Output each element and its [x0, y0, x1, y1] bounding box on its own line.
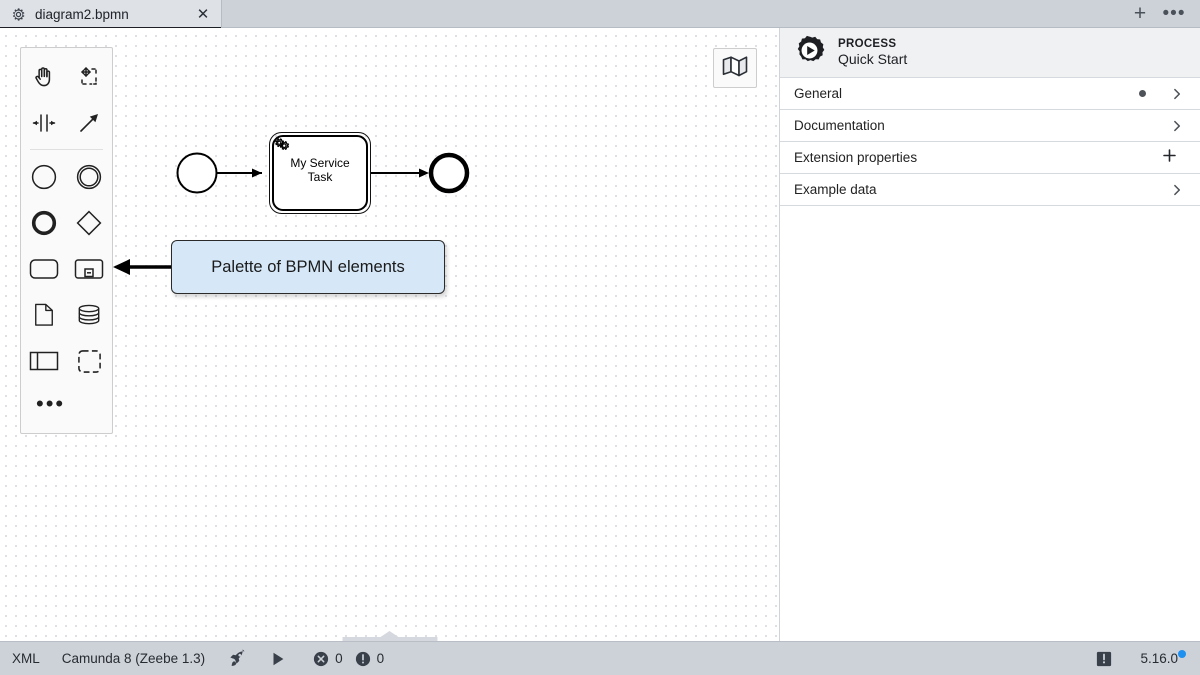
- palette-gateway-icon[interactable]: [67, 200, 113, 246]
- palette-global-connect-tool-icon[interactable]: [67, 100, 113, 146]
- error-icon[interactable]: [313, 651, 329, 667]
- end-event-shape[interactable]: [428, 152, 470, 194]
- callout-text: Palette of BPMN elements: [211, 257, 405, 276]
- palette-row-activities: [21, 246, 112, 292]
- callout-arrow-layer: [113, 259, 171, 275]
- palette-data-store-icon[interactable]: [67, 292, 113, 338]
- palette-row-events-2: [21, 200, 112, 246]
- status-engine-label[interactable]: Camunda 8 (Zeebe 1.3): [62, 651, 205, 666]
- properties-panel: PROCESS Quick Start General Documentatio…: [779, 28, 1200, 641]
- palette-hand-tool-icon[interactable]: [21, 54, 67, 100]
- bpmn-file-gear-icon: [11, 7, 26, 22]
- start-event-shape[interactable]: [176, 152, 218, 194]
- rocket-icon[interactable]: [227, 648, 247, 669]
- properties-group-documentation[interactable]: Documentation: [780, 110, 1200, 142]
- palette-row-tools-1: [21, 54, 112, 100]
- status-xml-button[interactable]: XML: [12, 651, 40, 666]
- tab-close-icon[interactable]: ✕: [195, 6, 211, 22]
- properties-group-extension-properties[interactable]: Extension properties: [780, 142, 1200, 174]
- palette-participant-icon[interactable]: [21, 338, 67, 384]
- palette-row-containers: [21, 338, 112, 384]
- palette-subprocess-collapsed-icon[interactable]: [67, 246, 113, 292]
- properties-group-label: General: [794, 86, 843, 101]
- palette-row-tools-2: [21, 100, 112, 146]
- update-available-dot: [1178, 650, 1186, 658]
- palette-data-object-icon[interactable]: [21, 292, 67, 338]
- palette-space-tool-icon[interactable]: [21, 100, 67, 146]
- callout-palette-of-bpmn-elements: Palette of BPMN elements: [171, 240, 445, 294]
- status-bar: XML Camunda 8 (Zeebe 1.3) 0 0 5.16.0: [0, 641, 1200, 675]
- minimap-toggle-button[interactable]: [713, 48, 757, 88]
- palette-row-data: [21, 292, 112, 338]
- service-task-label-line2: Task: [307, 170, 333, 184]
- app-version-label[interactable]: 5.16.0: [1140, 650, 1186, 666]
- properties-group-general[interactable]: General: [780, 78, 1200, 110]
- element-type-label: PROCESS: [838, 38, 897, 50]
- bpmn-palette[interactable]: •••: [20, 47, 113, 434]
- service-task-selection-outline: [269, 132, 371, 214]
- bottom-panel-handle[interactable]: [342, 628, 437, 641]
- status-bar-right: 5.16.0: [1096, 650, 1186, 667]
- play-icon[interactable]: [269, 650, 287, 668]
- properties-group-label: Documentation: [794, 118, 885, 133]
- service-task-label: My Service Task: [273, 156, 367, 184]
- tab-diagram2-bpmn[interactable]: diagram2.bpmn ✕: [0, 0, 222, 29]
- palette-separator: [30, 149, 103, 150]
- palette-group-icon[interactable]: [67, 338, 113, 384]
- version-text: 5.16.0: [1140, 651, 1178, 666]
- tab-bar-more-button[interactable]: •••: [1162, 2, 1186, 26]
- warning-icon[interactable]: [355, 651, 371, 667]
- properties-group-label: Extension properties: [794, 150, 918, 165]
- group-filled-indicator-dot: [1139, 90, 1146, 97]
- properties-group-example-data[interactable]: Example data: [780, 174, 1200, 206]
- sequence-flow-2[interactable]: [370, 168, 429, 178]
- sequence-flow-1[interactable]: [217, 168, 262, 178]
- camunda-modeler-window: diagram2.bpmn ✕ + ••• My Service Task ••…: [0, 0, 1200, 675]
- warning-count: 0: [376, 651, 385, 666]
- palette-end-event-icon[interactable]: [21, 200, 67, 246]
- service-task-label-line1: My Service: [290, 156, 350, 170]
- properties-panel-title-block: PROCESS Quick Start: [838, 38, 907, 67]
- palette-row-events-1: [21, 154, 112, 200]
- properties-panel-header: PROCESS Quick Start: [780, 28, 1200, 78]
- tab-bar: diagram2.bpmn ✕ + •••: [0, 0, 1200, 29]
- notification-icon[interactable]: [1096, 651, 1112, 667]
- bpmn-diagram: [176, 132, 470, 214]
- tab-bar-actions: + •••: [1128, 0, 1200, 27]
- tab-label: diagram2.bpmn: [35, 6, 129, 22]
- properties-group-label: Example data: [794, 182, 877, 197]
- bpmn-canvas[interactable]: My Service Task ••• Palette of BPMN elem…: [0, 28, 779, 641]
- palette-lasso-tool-icon[interactable]: [67, 54, 113, 100]
- palette-start-event-icon[interactable]: [21, 154, 67, 200]
- chevron-right-icon[interactable]: [1170, 183, 1184, 197]
- error-count: 0: [335, 651, 343, 666]
- palette-intermediate-event-icon[interactable]: [67, 154, 113, 200]
- chevron-right-icon[interactable]: [1170, 119, 1184, 133]
- process-gear-play-icon: [794, 35, 825, 71]
- element-name-label: Quick Start: [838, 51, 908, 67]
- palette-task-icon[interactable]: [21, 246, 67, 292]
- service-task-shape[interactable]: [272, 135, 368, 211]
- plus-icon[interactable]: [1161, 147, 1178, 168]
- new-tab-button[interactable]: +: [1128, 2, 1152, 26]
- palette-more-button[interactable]: •••: [21, 384, 112, 424]
- service-task-gear-icon: [275, 138, 290, 150]
- chevron-right-icon[interactable]: [1170, 87, 1184, 101]
- map-icon: [722, 55, 748, 82]
